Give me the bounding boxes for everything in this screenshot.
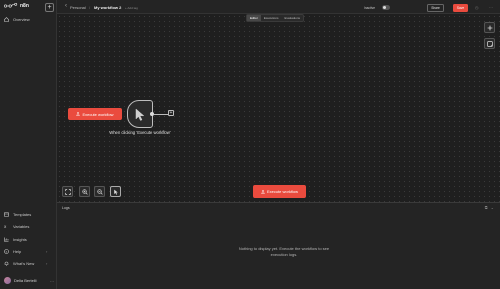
breadcrumb-root[interactable]: Personal xyxy=(70,5,86,10)
select-tool-button[interactable] xyxy=(110,186,121,197)
user-name: Delia Bertelli xyxy=(14,278,37,283)
execute-label: Execute workflow xyxy=(266,189,299,194)
logs-empty-message: Nothing to display yet. Execute the work… xyxy=(238,246,330,257)
sidebar-item-help[interactable]: ? Help › xyxy=(4,249,47,254)
sidebar-item-label: Templates xyxy=(13,212,32,217)
sidebar-item-insights[interactable]: Insights xyxy=(4,237,27,242)
sidebar-item-label: Help xyxy=(13,249,22,254)
fit-view-button[interactable] xyxy=(62,186,73,197)
tab-editor[interactable]: Editor xyxy=(247,15,261,21)
sidebar-item-label: What's New xyxy=(13,261,35,266)
home-icon xyxy=(4,17,9,22)
sidebar-item-templates[interactable]: Templates xyxy=(4,212,31,217)
logs-panel: Logs ⧉ ⌄ Nothing to display yet. Execute… xyxy=(57,202,500,289)
connector-line xyxy=(154,113,168,115)
workflow-canvas[interactable]: Execute workflow + When clicking ‘Execut… xyxy=(57,14,500,202)
create-button[interactable]: + xyxy=(45,3,54,12)
sidebar-item-label: Overview xyxy=(13,17,30,22)
variables-icon: x xyxy=(4,224,9,229)
sidebar: n8n + Overview Templates x Variables Ins… xyxy=(0,0,57,289)
flask-icon xyxy=(261,189,265,194)
popout-icon[interactable]: ⧉ xyxy=(485,205,488,210)
save-button[interactable]: Save xyxy=(453,3,468,12)
sidebar-item-overview[interactable]: Overview xyxy=(4,17,30,22)
header: ‹ Personal / My workflow 2 + Add tag Ina… xyxy=(57,0,500,14)
templates-icon xyxy=(4,212,9,217)
help-icon: ? xyxy=(4,249,9,254)
add-tag-link[interactable]: + Add tag xyxy=(125,6,138,10)
add-node-panel-button[interactable] xyxy=(484,22,495,33)
logo[interactable]: n8n xyxy=(4,3,29,9)
logo-text: n8n xyxy=(20,3,29,9)
cursor-icon xyxy=(135,107,146,121)
sidebar-item-variables[interactable]: x Variables xyxy=(4,224,29,229)
n8n-logo-icon xyxy=(4,3,18,9)
zoom-out-button[interactable] xyxy=(94,186,105,197)
view-tabs: Editor Executions Evaluations xyxy=(246,14,305,22)
active-toggle[interactable] xyxy=(382,5,390,10)
flask-icon xyxy=(76,112,81,116)
breadcrumb-separator: / xyxy=(89,5,91,10)
sidebar-item-label: Insights xyxy=(13,237,27,242)
chart-icon xyxy=(4,237,9,242)
user-menu[interactable]: Delia Bertelli xyxy=(4,277,36,284)
workflow-title[interactable]: My workflow 2 xyxy=(94,5,121,10)
tab-evaluations[interactable]: Evaluations xyxy=(282,15,304,21)
sticky-note-button[interactable] xyxy=(484,38,495,49)
node-label: When clicking ‘Execute workflow’ xyxy=(109,130,171,135)
logs-controls: ⧉ ⌄ xyxy=(485,205,494,210)
history-icon[interactable]: ◷ xyxy=(475,5,479,10)
add-node-button[interactable]: + xyxy=(168,110,174,116)
chevron-down-icon[interactable]: ⌄ xyxy=(491,205,494,210)
more-icon[interactable]: ⋯ xyxy=(489,5,493,10)
chevron-right-icon: › xyxy=(46,249,48,254)
inactive-label: Inactive xyxy=(364,5,375,10)
more-icon[interactable]: ⋯ xyxy=(50,279,54,284)
back-arrow-icon[interactable]: ‹ xyxy=(65,3,67,9)
execute-label: Execute workflow xyxy=(82,111,114,117)
sidebar-item-whats-new[interactable]: What's New › xyxy=(4,261,47,266)
logs-title: Logs xyxy=(62,206,70,210)
chevron-right-icon: › xyxy=(46,261,48,266)
bell-icon xyxy=(4,261,9,266)
execute-workflow-button[interactable]: Execute workflow xyxy=(253,185,306,198)
avatar xyxy=(4,277,11,284)
sidebar-item-label: Variables xyxy=(13,224,30,229)
share-button[interactable]: Share xyxy=(427,3,444,12)
zoom-in-button[interactable] xyxy=(79,186,90,197)
tab-executions[interactable]: Executions xyxy=(261,15,282,21)
svg-text:x: x xyxy=(4,224,7,229)
execute-workflow-trigger-button[interactable]: Execute workflow xyxy=(68,108,122,120)
